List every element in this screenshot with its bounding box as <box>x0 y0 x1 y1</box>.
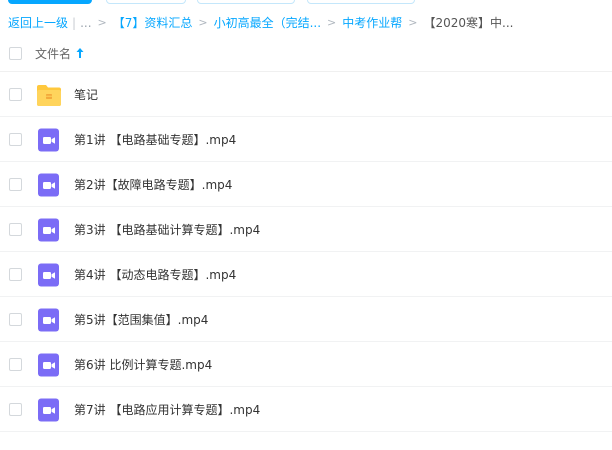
column-name-header[interactable]: 文件名 <box>35 45 71 62</box>
breadcrumb-ellipsis[interactable]: ... <box>80 14 91 32</box>
file-list: 笔记 第1讲 【电路基础专题】.mp4 第2讲【故障电路专题】.mp4 第3讲 … <box>0 72 612 432</box>
file-name[interactable]: 第3讲 【电路基础计算专题】.mp4 <box>74 221 260 238</box>
file-row[interactable]: 笔记 <box>0 72 612 117</box>
file-row[interactable]: 第2讲【故障电路专题】.mp4 <box>0 162 612 207</box>
breadcrumb-item[interactable]: 中考作业帮 <box>342 14 402 32</box>
video-file-icon <box>38 263 59 287</box>
file-name[interactable]: 第7讲 【电路应用计算专题】.mp4 <box>74 401 260 418</box>
breadcrumb-separator: > <box>408 16 418 29</box>
video-file-icon <box>38 308 59 332</box>
file-name[interactable]: 第5讲【范围集值】.mp4 <box>74 311 208 328</box>
video-file-icon <box>38 218 59 242</box>
breadcrumb-item[interactable]: 小初高最全（完结... <box>214 14 321 32</box>
breadcrumb: 返回上一级 | ... > 【7】资料汇总 > 小初高最全（完结... > 中考… <box>8 14 513 32</box>
file-name[interactable]: 第2讲【故障电路专题】.mp4 <box>74 176 232 193</box>
row-checkbox[interactable] <box>9 268 22 281</box>
breadcrumb-separator: > <box>97 16 107 29</box>
row-checkbox[interactable] <box>9 313 22 326</box>
row-checkbox[interactable] <box>9 88 22 101</box>
toolbar <box>0 0 612 6</box>
select-all-checkbox[interactable] <box>9 47 22 60</box>
file-name[interactable]: 第1讲 【电路基础专题】.mp4 <box>74 131 236 148</box>
toolbar-button-3[interactable] <box>197 0 295 4</box>
file-row[interactable]: 第3讲 【电路基础计算专题】.mp4 <box>0 207 612 252</box>
file-name[interactable]: 第4讲 【动态电路专题】.mp4 <box>74 266 236 283</box>
file-row[interactable]: 第6讲 比例计算专题.mp4 <box>0 342 612 387</box>
file-name[interactable]: 笔记 <box>74 86 98 103</box>
video-file-icon <box>38 353 59 377</box>
breadcrumb-separator: > <box>327 16 337 29</box>
back-link[interactable]: 返回上一级 <box>8 14 68 32</box>
breadcrumb-separator: > <box>198 16 208 29</box>
file-name[interactable]: 第6讲 比例计算专题.mp4 <box>74 356 212 373</box>
breadcrumb-current: 【2020寒】中... <box>423 16 514 30</box>
row-checkbox[interactable] <box>9 178 22 191</box>
row-checkbox[interactable] <box>9 358 22 371</box>
breadcrumb-item[interactable]: 【7】资料汇总 <box>113 14 193 32</box>
toolbar-button-4[interactable] <box>307 0 415 4</box>
file-row[interactable]: 第1讲 【电路基础专题】.mp4 <box>0 117 612 162</box>
file-row[interactable]: 第7讲 【电路应用计算专题】.mp4 <box>0 387 612 432</box>
sort-ascending-icon[interactable] <box>76 47 84 59</box>
file-manager: 返回上一级 | ... > 【7】资料汇总 > 小初高最全（完结... > 中考… <box>0 0 612 450</box>
file-row[interactable]: 第5讲【范围集值】.mp4 <box>0 297 612 342</box>
video-file-icon <box>38 398 59 422</box>
upload-button[interactable] <box>8 0 92 4</box>
folder-icon <box>37 85 61 106</box>
breadcrumb-pipe: | <box>72 16 77 30</box>
video-file-icon <box>38 128 59 152</box>
toolbar-button-2[interactable] <box>106 0 186 4</box>
file-row[interactable]: 第4讲 【动态电路专题】.mp4 <box>0 252 612 297</box>
row-checkbox[interactable] <box>9 133 22 146</box>
row-checkbox[interactable] <box>9 223 22 236</box>
video-file-icon <box>38 173 59 197</box>
row-checkbox[interactable] <box>9 403 22 416</box>
list-header: 文件名 <box>0 36 612 72</box>
